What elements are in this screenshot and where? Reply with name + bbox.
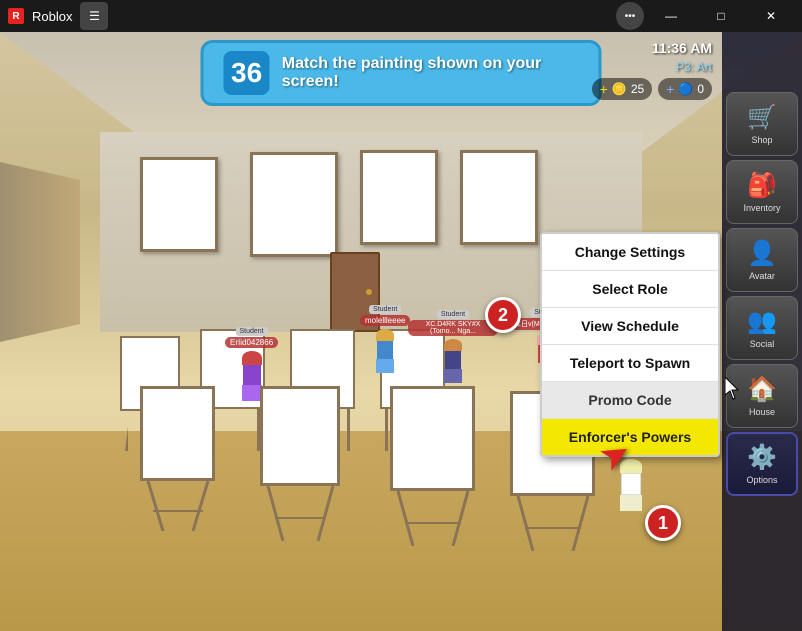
left-wall <box>0 162 80 342</box>
social-label: Social <box>750 340 775 350</box>
step-2-circle: 2 <box>485 297 521 333</box>
social-icon: 👥 <box>747 307 777 336</box>
instruction-text: Match the painting shown on your screen! <box>282 55 579 91</box>
student-badge-2: Student <box>369 305 401 314</box>
more-button[interactable]: ••• <box>616 2 644 30</box>
menu-teleport-spawn[interactable]: Teleport to Spawn <box>542 345 718 382</box>
blue-plus: + <box>666 81 674 97</box>
player-dark: Student XC.D4RK SKY#X (Tomo... Nga... <box>408 310 498 383</box>
maximize-button[interactable]: □ <box>698 0 744 32</box>
house-icon: 🏠 <box>747 375 777 404</box>
blue-stat: + 🔵 0 <box>658 78 712 100</box>
blue-amount: 0 <box>697 82 704 96</box>
dropdown-menu: Change Settings Select Role View Schedul… <box>540 232 720 457</box>
shop-label: Shop <box>751 136 772 146</box>
hud-timer-bar: 36 Match the painting shown on your scre… <box>201 40 602 106</box>
gold-plus: + <box>600 81 608 97</box>
step-1-circle: 1 <box>645 505 681 541</box>
blue-icon: 🔵 <box>678 82 693 96</box>
player-name-2: molellleeee <box>360 315 410 326</box>
gold-stat: + 🪙 25 <box>592 78 653 100</box>
mouse-cursor <box>725 377 743 401</box>
gold-icon: 🪙 <box>612 82 627 96</box>
hud-info: 11:36 AM P3: Art + 🪙 25 + 🔵 0 <box>592 40 712 100</box>
student-badge-1: Student <box>236 327 268 336</box>
minimize-button[interactable]: — <box>648 0 694 32</box>
options-label: Options <box>746 476 777 486</box>
avatar-button[interactable]: 👤 Avatar <box>726 228 798 292</box>
titlebar: R Roblox ☰ ••• — □ ✕ <box>0 0 802 32</box>
close-button[interactable]: ✕ <box>748 0 794 32</box>
roblox-icon: R <box>8 8 24 24</box>
hud-stats: + 🪙 25 + 🔵 0 <box>592 78 712 100</box>
menu-promo-code[interactable]: Promo Code <box>542 382 718 419</box>
shop-icon: 🛒 <box>747 103 777 132</box>
right-sidebar: 🛒 Shop 🎒 Inventory 👤 Avatar 👥 Social 🏠 H… <box>722 32 802 631</box>
gold-amount: 25 <box>631 82 644 96</box>
menu-enforcer-powers[interactable]: Enforcer's Powers <box>542 419 718 455</box>
avatar-label: Avatar <box>749 272 775 282</box>
menu-select-role[interactable]: Select Role <box>542 271 718 308</box>
social-button[interactable]: 👥 Social <box>726 296 798 360</box>
student-badge-3: Student <box>437 310 469 319</box>
game-window: Student ErIid042866 Student molellleeee … <box>0 32 802 631</box>
titlebar-left: R Roblox ☰ <box>8 2 108 30</box>
inventory-label: Inventory <box>743 204 780 214</box>
class-period: P3: Art <box>592 60 712 74</box>
inventory-icon: 🎒 <box>747 171 777 200</box>
game-time: 11:36 AM <box>592 40 712 56</box>
options-button[interactable]: ⚙️ Options <box>726 432 798 496</box>
player-name-3: XC.D4RK SKY#X (Tomo... Nga... <box>408 320 498 336</box>
options-icon: ⚙️ <box>747 443 777 472</box>
wall-canvas-4 <box>460 150 538 245</box>
player-name-1: ErIid042866 <box>225 337 278 348</box>
timer-display: 36 <box>224 51 270 95</box>
avatar-icon: 👤 <box>747 239 777 268</box>
easel-7 <box>390 386 475 546</box>
menu-view-schedule[interactable]: View Schedule <box>542 308 718 345</box>
menu-change-settings[interactable]: Change Settings <box>542 234 718 271</box>
wall-canvas-1 <box>140 157 218 252</box>
menu-button[interactable]: ☰ <box>80 2 108 30</box>
titlebar-controls: ••• — □ ✕ <box>616 0 794 32</box>
door-knob <box>366 289 372 295</box>
player-mole: Student molellleeee <box>360 305 410 373</box>
app-title: Roblox <box>32 9 72 24</box>
house-label: House <box>749 408 775 418</box>
inventory-button[interactable]: 🎒 Inventory <box>726 160 798 224</box>
shop-button[interactable]: 🛒 Shop <box>726 92 798 156</box>
easel-6 <box>260 386 340 541</box>
easel-5 <box>140 386 215 531</box>
wall-canvas-3 <box>360 150 438 245</box>
wall-canvas-2 <box>250 152 338 257</box>
